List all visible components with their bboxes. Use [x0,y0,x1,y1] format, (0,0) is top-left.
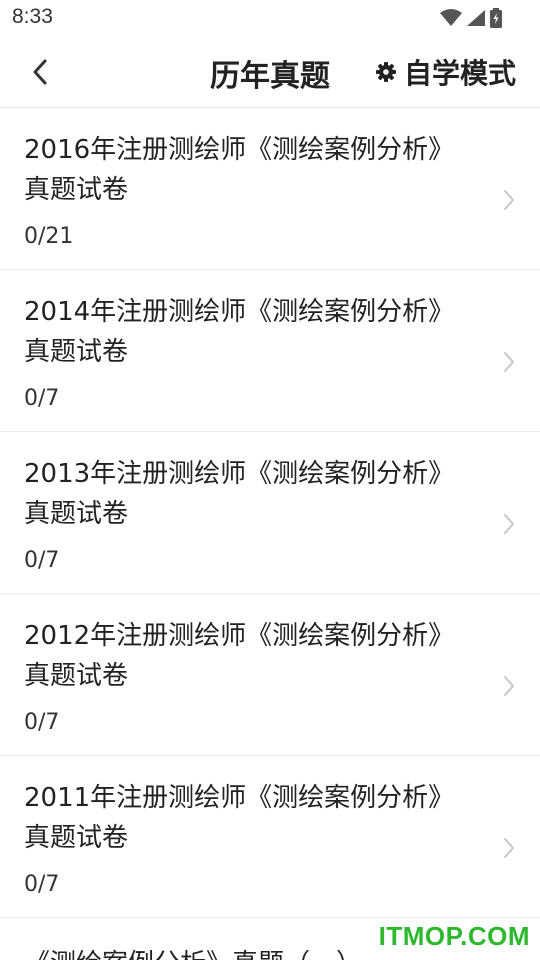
signal-icon [467,10,485,26]
paper-title: 2013年注册测绘师《测绘案例分析》真题试卷 [24,459,455,529]
status-bar: 8:33 [0,0,540,36]
paper-progress: 0/21 [24,224,74,249]
paper-progress: 0/7 [24,872,60,897]
self-study-mode-button[interactable]: 自学模式 [375,50,516,94]
back-button[interactable] [22,54,58,90]
paper-progress: 0/7 [24,386,60,411]
chevron-right-icon [504,514,514,534]
paper-title: 2014年注册测绘师《测绘案例分析》真题试卷 [24,297,455,367]
paper-list-item[interactable]: 2011年注册测绘师《测绘案例分析》真题试卷 0/7 [0,756,540,918]
chevron-right-icon [504,838,514,858]
wifi-icon [440,9,462,26]
paper-list-item[interactable]: 2016年注册测绘师《测绘案例分析》真题试卷 0/21 [0,108,540,270]
chevron-left-icon [33,59,47,85]
mode-label: 自学模式 [403,57,516,90]
paper-title: 2011年注册测绘师《测绘案例分析》真题试卷 [24,783,455,853]
paper-progress: 0/7 [24,710,60,735]
status-icons [440,7,502,29]
chevron-right-icon [504,352,514,372]
status-time: 8:33 [12,5,53,28]
paper-list-item[interactable]: 2013年注册测绘师《测绘案例分析》真题试卷 0/7 [0,432,540,594]
paper-title: 2012年注册测绘师《测绘案例分析》真题试卷 [24,621,455,691]
paper-list-item[interactable]: 2014年注册测绘师《测绘案例分析》真题试卷 0/7 [0,270,540,432]
chevron-right-icon [504,676,514,696]
battery-icon [490,8,502,28]
paper-list-item[interactable]: 2012年注册测绘师《测绘案例分析》真题试卷 0/7 [0,594,540,756]
chevron-right-icon [504,190,514,210]
paper-progress: 0/7 [24,548,60,573]
app-header: 历年真题 自学模式 [0,36,540,108]
paper-list: 2016年注册测绘师《测绘案例分析》真题试卷 0/21 2014年注册测绘师《测… [0,108,540,918]
gear-icon [375,62,396,82]
paper-title: 《测绘案例分析》真题（一） [24,944,362,960]
paper-title: 2016年注册测绘师《测绘案例分析》真题试卷 [24,135,455,205]
watermark: ITMOP.COM [378,921,530,951]
